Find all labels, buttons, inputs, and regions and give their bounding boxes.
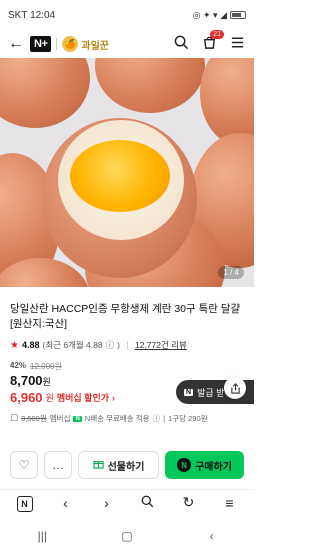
browser-back-icon[interactable]: ‹ bbox=[54, 495, 78, 511]
member-price-unit: 원 bbox=[45, 393, 54, 403]
status-icons: ◎ ✦ ▾ ◢ bbox=[192, 9, 227, 20]
header-divider bbox=[56, 38, 58, 50]
buy-label: 구매하기 bbox=[195, 461, 232, 473]
recent-apps-icon[interactable]: ||| bbox=[27, 529, 57, 543]
rating-separator bbox=[126, 341, 128, 349]
egg-yolk bbox=[70, 140, 170, 212]
member-price-value: 6,960 bbox=[10, 390, 43, 405]
member-price[interactable]: 6,960 원 멤버십 할인가 › bbox=[10, 390, 115, 405]
browser-forward-icon[interactable]: › bbox=[95, 495, 119, 511]
cart-icon[interactable]: 21 bbox=[200, 29, 224, 54]
status-bar: SKT 12:04 ◎ ✦ ▾ ◢ bbox=[0, 0, 254, 30]
buy-button[interactable]: N 구매하기 bbox=[165, 451, 244, 479]
chevron-right-icon: › bbox=[112, 392, 116, 403]
product-image[interactable]: 1 / 4 bbox=[0, 58, 254, 287]
rating-score: 4.88 bbox=[21, 340, 40, 350]
product-title: 당일산란 HACCP인증 무항생제 계란 30구 특란 달걀 [원산지:국산] bbox=[10, 303, 241, 330]
search-icon[interactable] bbox=[172, 35, 190, 54]
app-header: ← N+ 🍊 과일꾼 21 bbox=[0, 29, 254, 58]
gift-label: 선물하기 bbox=[107, 461, 145, 473]
image-counter: 1 / 4 bbox=[218, 266, 244, 279]
action-bar: ♡ … 선물하기 N 구매하기 bbox=[0, 447, 254, 483]
browser-search-icon[interactable] bbox=[136, 495, 160, 511]
checkbox-icon: ☐ bbox=[10, 413, 19, 423]
status-left: SKT 12:04 bbox=[8, 10, 55, 21]
browser-menu-icon[interactable]: ≡ bbox=[218, 495, 242, 511]
benefit-separator: | bbox=[163, 414, 166, 423]
naver-n-icon: N bbox=[177, 458, 192, 472]
cart-badge: 21 bbox=[210, 29, 224, 39]
browser-toolbar: N ‹ › ↻ ≡ bbox=[0, 489, 254, 515]
home-icon[interactable]: ▢ bbox=[112, 529, 142, 543]
sale-price: 8,700원 bbox=[10, 373, 51, 388]
n-delivery-badge: N bbox=[73, 415, 82, 422]
back-arrow-icon[interactable]: ← bbox=[8, 35, 26, 53]
heart-icon: ♡ bbox=[18, 458, 30, 472]
chat-bubble-icon: … bbox=[52, 458, 64, 472]
benefit-row: ☐ 3,500원 멤버십 N N배송 무료배송 적용 ⓘ | 1구당 290원 bbox=[10, 413, 208, 424]
star-icon: ★ bbox=[10, 339, 19, 351]
share-icon[interactable] bbox=[224, 377, 246, 399]
chat-button[interactable]: … bbox=[44, 451, 72, 479]
header-icons: 21 bbox=[172, 29, 246, 54]
reviews-link[interactable]: 12,772건 리뷰 bbox=[135, 339, 187, 351]
sale-price-value: 8,700 bbox=[10, 373, 43, 388]
member-price-label: 멤버십 할인가 bbox=[56, 393, 110, 403]
info-icon[interactable]: ⓘ bbox=[106, 339, 115, 351]
discount-row: 42% 12,000원 bbox=[10, 361, 62, 372]
naver-n-icon: N bbox=[16, 495, 33, 512]
per-unit-price: 1구당 290원 bbox=[168, 414, 208, 423]
naver-n-icon: N bbox=[184, 388, 194, 396]
original-price: 12,000원 bbox=[30, 362, 62, 371]
gift-icon-svg bbox=[92, 461, 104, 469]
system-back-icon[interactable]: ‹ bbox=[197, 529, 227, 543]
wishlist-button[interactable]: ♡ bbox=[10, 451, 38, 479]
naver-plus-logo[interactable]: N+ bbox=[30, 36, 52, 52]
refresh-icon[interactable]: ↻ bbox=[177, 494, 201, 511]
coupon-label: 발급 받 bbox=[197, 387, 225, 398]
sale-price-unit: 원 bbox=[42, 377, 51, 387]
store-logo[interactable]: 🍊 bbox=[62, 36, 79, 52]
search-icon-svg bbox=[174, 35, 188, 49]
store-name[interactable]: 과일꾼 bbox=[81, 37, 109, 52]
share-icon-svg bbox=[230, 382, 240, 394]
naver-home-button[interactable]: N bbox=[13, 494, 37, 512]
rating-row: ★ 4.88 (최근 6개월 4.88 ⓘ ) 12,772건 리뷰 bbox=[10, 339, 187, 351]
membership-label: 멤버십 bbox=[49, 414, 71, 423]
status-right: ◎ ✦ ▾ ◢ bbox=[193, 10, 246, 21]
system-nav-bar: ||| ▢ ‹ bbox=[0, 522, 254, 550]
carrier-label: SKT bbox=[8, 9, 28, 21]
clock: 12:04 bbox=[30, 9, 56, 21]
menu-icon[interactable] bbox=[228, 35, 246, 54]
struck-shipping-fee: 3,500원 bbox=[21, 414, 47, 423]
rating-note-close: ) bbox=[117, 340, 120, 350]
rating-note: (최근 6개월 4.88 bbox=[42, 340, 103, 350]
gift-button[interactable]: 선물하기 bbox=[78, 451, 159, 479]
benefit-info-icon[interactable]: ⓘ bbox=[153, 413, 161, 424]
gift-icon bbox=[92, 458, 104, 472]
discount-percent: 42% bbox=[10, 361, 27, 370]
battery-icon bbox=[230, 11, 246, 19]
search-icon-svg bbox=[141, 495, 154, 507]
benefit-text: N배송 무료배송 적용 bbox=[84, 414, 150, 423]
menu-icon-svg bbox=[231, 37, 243, 47]
